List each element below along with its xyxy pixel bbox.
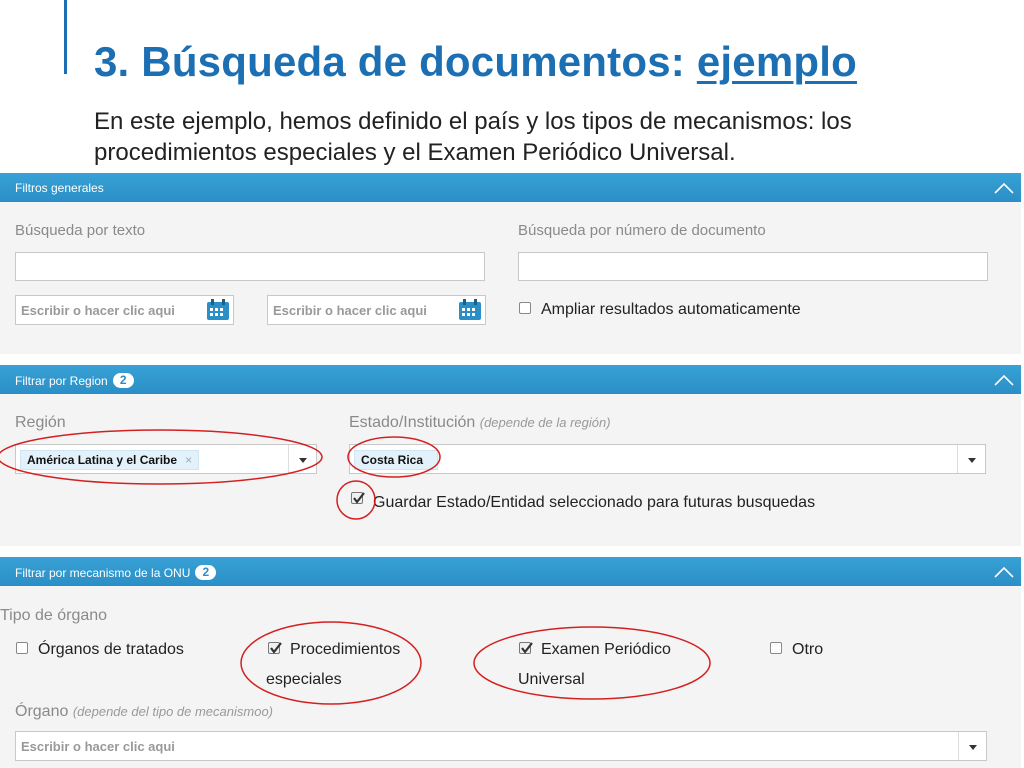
caret-down-icon[interactable] — [958, 732, 986, 760]
chevron-up-icon[interactable] — [993, 373, 1015, 387]
expand-results-label: Ampliar resultados automaticamente — [541, 301, 801, 318]
checkmark-icon — [270, 642, 282, 654]
general-filters-panel: Búsqueda por texto Búsqueda por número d… — [0, 202, 1021, 354]
organ-label: Órgano (depende del tipo de mecanismoo) — [15, 703, 273, 721]
mechanism-filter-header[interactable]: Filtrar por mecanismo de la ONU 2 — [0, 557, 1021, 586]
upr-label-line2: Universal — [518, 671, 585, 688]
caret-down-icon[interactable] — [288, 445, 316, 473]
region-tag: América Latina y el Caribe × — [20, 450, 200, 470]
state-tag: Costa Rica — [354, 450, 439, 470]
region-filter-header[interactable]: Filtrar por Region 2 — [0, 365, 1021, 394]
treaty-bodies-label: Órganos de tratados — [38, 641, 184, 658]
region-count-badge: 2 — [112, 373, 134, 388]
upr-checkbox[interactable] — [519, 642, 533, 654]
title-accent-line — [64, 0, 67, 74]
region-select[interactable]: América Latina y el Caribe × — [15, 444, 317, 474]
special-procedures-checkbox[interactable] — [268, 642, 282, 654]
organ-label-text: Órgano — [15, 703, 69, 720]
checkmark-icon — [521, 642, 533, 654]
state-label-text: Estado/Institución — [349, 414, 476, 431]
region-filter-panel: Región América Latina y el Caribe × Estad… — [0, 394, 1021, 546]
slide-subtitle: En este ejemplo, hemos definido el país … — [94, 108, 852, 166]
other-checkbox[interactable] — [770, 642, 782, 654]
chevron-up-icon[interactable] — [993, 181, 1015, 195]
tag-remove-icon[interactable]: × — [185, 453, 192, 467]
caret-down-icon[interactable] — [957, 445, 985, 473]
state-select[interactable]: Costa Rica — [349, 444, 986, 474]
mechanism-filter-title: Filtrar por mecanismo de la ONU — [15, 566, 191, 580]
expand-results-checkbox[interactable] — [519, 302, 531, 314]
save-state-label: Guardar Estado/Entidad seleccionado para… — [373, 494, 816, 511]
organ-select[interactable]: Escribir o hacer clic aqui — [15, 731, 987, 761]
special-procedures-label-line2: especiales — [266, 671, 342, 688]
region-filter-title: Filtrar por Region — [15, 374, 108, 388]
upr-label-line1: Examen Periódico — [541, 641, 671, 658]
region-label: Región — [15, 414, 66, 431]
date-from-input[interactable]: Escribir o hacer clic aqui — [15, 295, 234, 325]
mechanism-filter-panel: Tipo de órgano Órganos de tratados Proce… — [0, 586, 1021, 768]
state-label: Estado/Institución (depende de la región… — [349, 414, 611, 432]
chevron-up-icon[interactable] — [993, 565, 1015, 579]
doc-number-input[interactable] — [518, 252, 988, 281]
region-tag-label: América Latina y el Caribe — [27, 453, 178, 467]
calendar-icon[interactable] — [458, 299, 482, 321]
other-label: Otro — [792, 641, 824, 658]
save-state-checkbox[interactable] — [351, 492, 365, 504]
organ-placeholder: Escribir o hacer clic aqui — [21, 739, 175, 754]
slide-title-text: 3. Búsqueda de documentos: — [94, 38, 697, 85]
date-to-placeholder: Escribir o hacer clic aqui — [273, 303, 427, 318]
checkmark-icon — [353, 492, 365, 504]
general-filters-title: Filtros generales — [15, 181, 104, 195]
treaty-bodies-checkbox[interactable] — [16, 642, 28, 654]
organ-type-label: Tipo de órgano — [0, 607, 108, 624]
slide-title-link[interactable]: ejemplo — [697, 38, 857, 85]
special-procedures-label-line1: Procedimientos — [290, 641, 401, 658]
mechanism-count-badge: 2 — [195, 565, 217, 580]
slide-title: 3. Búsqueda de documentos: ejemplo — [94, 38, 857, 86]
date-from-placeholder: Escribir o hacer clic aqui — [21, 303, 175, 318]
state-tag-label: Costa Rica — [361, 453, 424, 467]
organ-label-hint: (depende del tipo de mecanismoo) — [72, 704, 274, 719]
doc-number-label: Búsqueda por número de documento — [518, 222, 766, 239]
general-filters-header[interactable]: Filtros generales — [0, 173, 1021, 202]
text-search-input[interactable] — [15, 252, 485, 281]
text-search-label: Búsqueda por texto — [15, 222, 146, 239]
calendar-icon[interactable] — [206, 299, 230, 321]
date-to-input[interactable]: Escribir o hacer clic aqui — [267, 295, 486, 325]
state-label-hint: (depende de la región) — [479, 415, 611, 430]
